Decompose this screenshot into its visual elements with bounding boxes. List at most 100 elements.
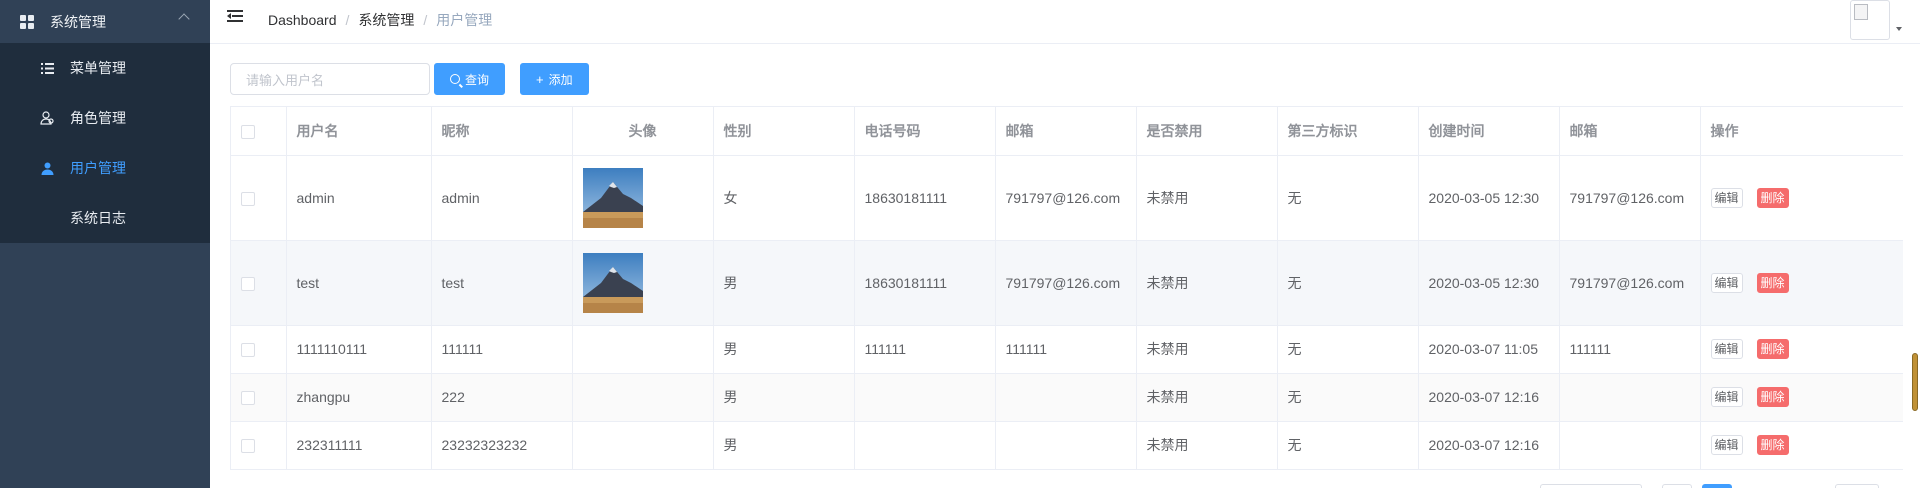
actions-cell: 编辑 删除 [1700,155,1903,241]
cell-email: 791797@126.com [995,240,1137,326]
cell-gender: 男 [713,421,855,470]
checkbox[interactable] [241,391,255,406]
sidebar-item-users[interactable]: 用户管理 [0,143,210,193]
row-checkbox-cell[interactable] [231,240,287,326]
broken-image-icon [1854,4,1868,20]
sidebar-item-label: 角色管理 [70,110,126,126]
pagination-prev[interactable] [1540,484,1642,488]
list-icon [40,62,54,74]
cell-third: 无 [1277,325,1419,374]
username-search-input[interactable]: 请输入用户名 [230,63,430,95]
avatar-cell [572,325,714,374]
sidebar: 系统管理 菜单管理 角色管理 用户管理 系统日志 [0,0,210,488]
search-icon [450,74,460,84]
edit-button[interactable]: 编辑 [1710,187,1743,208]
cell-email2 [1559,421,1701,470]
hamburger-icon[interactable] [227,9,244,23]
user-table: 用户名 昵称 头像 性别 电话号码 邮箱 是否禁用 第三方标识 创建时间 邮箱 … [230,106,1903,470]
sidebar-item-logs[interactable]: 系统日志 [0,193,210,243]
add-button[interactable]: + 添加 [520,63,589,95]
edit-button[interactable]: 编辑 [1710,272,1743,293]
cell-third: 无 [1277,373,1419,422]
column-header: 用户名 [286,107,432,156]
app-root: 系统管理 菜单管理 角色管理 用户管理 系统日志 Dashboard / 系统管… [0,0,1920,488]
checkbox[interactable] [241,439,255,454]
cell-phone: 18630181111 [854,240,996,326]
cell-username: zhangpu [286,373,432,422]
checkbox[interactable] [241,276,255,291]
row-checkbox-cell[interactable] [231,155,287,241]
cell-email2: 791797@126.com [1559,155,1701,241]
cell-email: 791797@126.com [995,155,1137,241]
chevron-up-icon[interactable] [178,13,190,25]
pagination-next[interactable] [1835,484,1879,488]
avatar[interactable] [1850,0,1890,40]
cell-created: 2020-03-05 12:30 [1418,240,1560,326]
search-button-label: 查询 [465,72,490,87]
pagination-page[interactable] [1662,484,1692,488]
caret-down-icon[interactable] [1896,27,1902,31]
cell-email2 [1559,373,1701,422]
cell-gender: 男 [713,325,855,374]
edit-button[interactable]: 编辑 [1710,339,1743,359]
cell-email2: 111111 [1559,325,1701,374]
cell-disabled: 未禁用 [1136,155,1278,241]
cell-gender: 男 [713,240,855,326]
breadcrumb-dashboard[interactable]: Dashboard [268,12,337,28]
row-checkbox-cell[interactable] [231,373,287,422]
breadcrumb-separator: / [345,12,350,28]
table-row: admin admin 女 18630181111 791797@126.com 未禁用无… [231,155,1903,241]
column-header: 邮箱 [1559,107,1701,156]
cell-nickname: 111111 [431,325,573,374]
sidebar-group-label: 系统管理 [50,13,106,30]
edit-button[interactable]: 编辑 [1710,435,1743,455]
actions-cell: 编辑 删除 [1700,325,1903,374]
avatar-thumbnail [582,167,643,228]
cell-email [995,373,1137,422]
sidebar-group-system[interactable]: 系统管理 [0,0,210,43]
scrollbar-thumb[interactable] [1912,353,1918,411]
filter-toolbar: 请输入用户名 查询 + 添加 [230,63,589,95]
cell-disabled: 未禁用 [1136,373,1278,422]
delete-button[interactable]: 删除 [1756,339,1789,359]
cell-nickname: 23232323232 [431,421,573,470]
navbar: Dashboard / 系统管理 / 用户管理 [210,0,1920,44]
avatar-cell [572,421,714,470]
checkbox[interactable] [241,343,255,358]
row-checkbox-cell[interactable] [231,421,287,470]
column-header: 昵称 [431,107,573,156]
pagination-page-active[interactable] [1702,484,1732,488]
cell-username: 232311111 [286,421,432,470]
column-header: 电话号码 [854,107,996,156]
cell-third: 无 [1277,240,1419,326]
add-button-label: 添加 [548,72,573,87]
cell-phone: 18630181111 [854,155,996,241]
grid-icon [20,14,34,29]
delete-button[interactable]: 删除 [1756,187,1789,208]
breadcrumb-system[interactable]: 系统管理 [358,10,414,30]
sidebar-item-roles[interactable]: 角色管理 [0,93,210,143]
table-header-row: 用户名 昵称 头像 性别 电话号码 邮箱 是否禁用 第三方标识 创建时间 邮箱 … [231,107,1903,156]
actions-cell: 编辑 删除 [1700,240,1903,326]
search-button[interactable]: 查询 [434,63,506,95]
delete-button[interactable]: 删除 [1756,272,1789,293]
cell-created: 2020-03-05 12:30 [1418,155,1560,241]
sidebar-item-menu[interactable]: 菜单管理 [0,43,210,93]
edit-button[interactable]: 编辑 [1710,387,1743,407]
cell-username: admin [286,155,432,241]
user-outline-icon [40,111,54,125]
row-checkbox-cell[interactable] [231,325,287,374]
checkbox[interactable] [241,124,255,139]
cell-phone: 111111 [854,325,996,374]
delete-button[interactable]: 删除 [1756,387,1789,407]
delete-button[interactable]: 删除 [1756,435,1789,455]
column-header: 邮箱 [995,107,1137,156]
select-all-checkbox-cell[interactable] [231,107,287,156]
plus-icon: + [536,71,544,87]
column-header: 是否禁用 [1136,107,1278,156]
cell-nickname: admin [431,155,573,241]
checkbox[interactable] [241,191,255,206]
user-icon [40,162,54,175]
cell-disabled: 未禁用 [1136,240,1278,326]
table-row: 1111110111 111111 男 111111 111111 未禁用无 2020-03… [231,325,1903,374]
